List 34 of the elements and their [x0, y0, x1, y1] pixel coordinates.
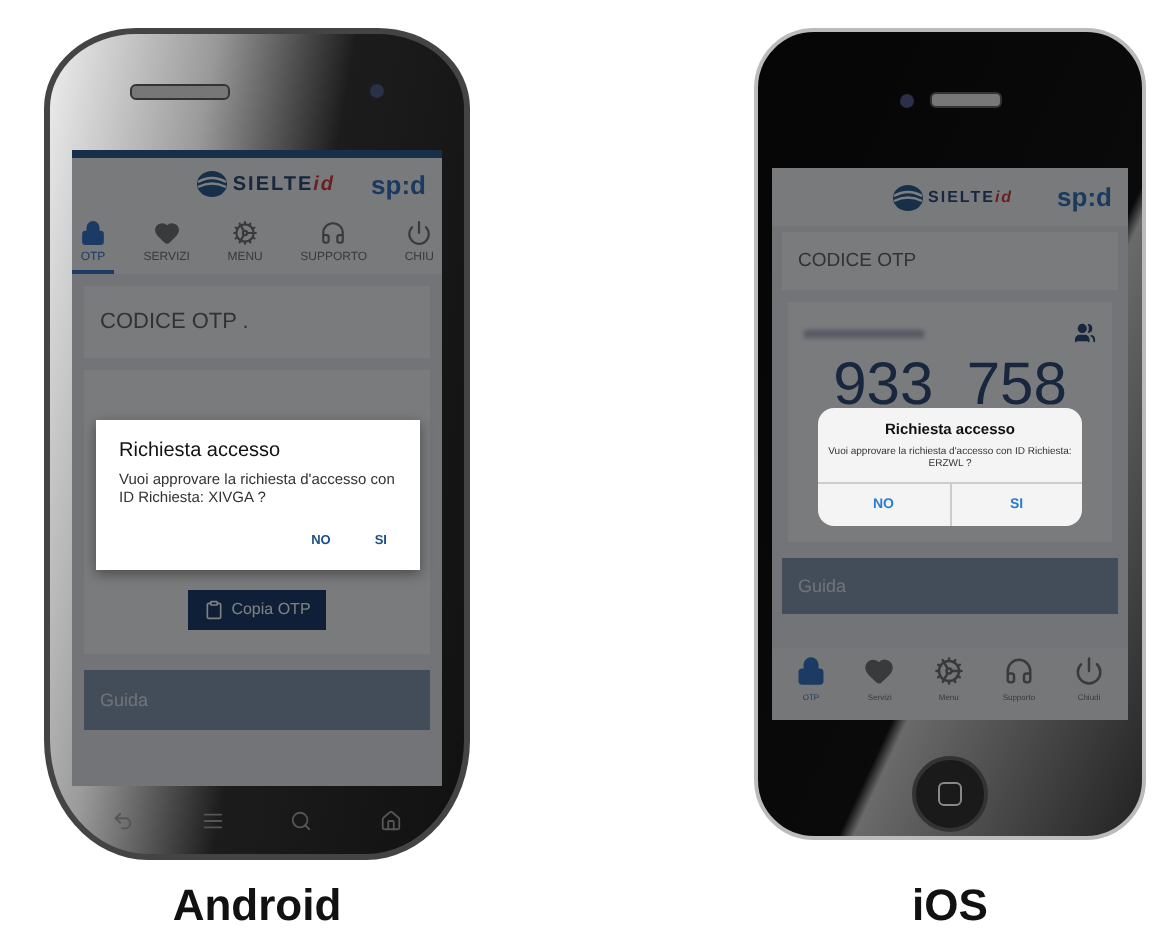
otp-code: 933 758	[831, 352, 1069, 420]
back-icon[interactable]	[111, 809, 134, 832]
power-icon	[406, 219, 433, 246]
otp-title: CODICE OTP .	[84, 285, 430, 358]
logo-icon	[892, 183, 925, 211]
sielte-logo: SIELTEid	[196, 170, 336, 199]
platform-caption: Android	[172, 880, 342, 932]
camera-icon	[370, 84, 384, 99]
logo-icon	[196, 170, 229, 199]
gear-icon	[232, 219, 259, 246]
clipboard-icon	[203, 599, 224, 620]
spid-logo: sp:d	[371, 169, 426, 200]
speaker-icon	[929, 92, 1001, 108]
power-icon	[1073, 656, 1104, 686]
menu-icon[interactable]	[201, 809, 224, 832]
headset-icon	[1003, 656, 1034, 686]
search-icon[interactable]	[290, 809, 313, 832]
otp-title: CODICE OTP	[782, 232, 1118, 290]
home-icon[interactable]	[380, 809, 403, 832]
heart-icon	[153, 219, 180, 246]
sielte-logo: SIELTEid	[892, 183, 1014, 211]
camera-icon	[899, 93, 913, 107]
lock-icon	[796, 656, 826, 686]
headset-icon	[320, 219, 347, 246]
gear-icon	[933, 656, 964, 686]
dialog-title: Richiesta accesso	[119, 439, 283, 462]
speaker-icon	[130, 83, 230, 100]
copy-otp-button[interactable]: Copia OTP	[187, 589, 327, 630]
heart-icon	[864, 656, 895, 686]
users-icon	[1074, 322, 1096, 344]
spid-logo: sp:d	[1057, 182, 1112, 212]
home-button[interactable]	[912, 756, 988, 832]
lock-icon	[80, 219, 106, 246]
platform-caption: iOS	[912, 880, 988, 932]
